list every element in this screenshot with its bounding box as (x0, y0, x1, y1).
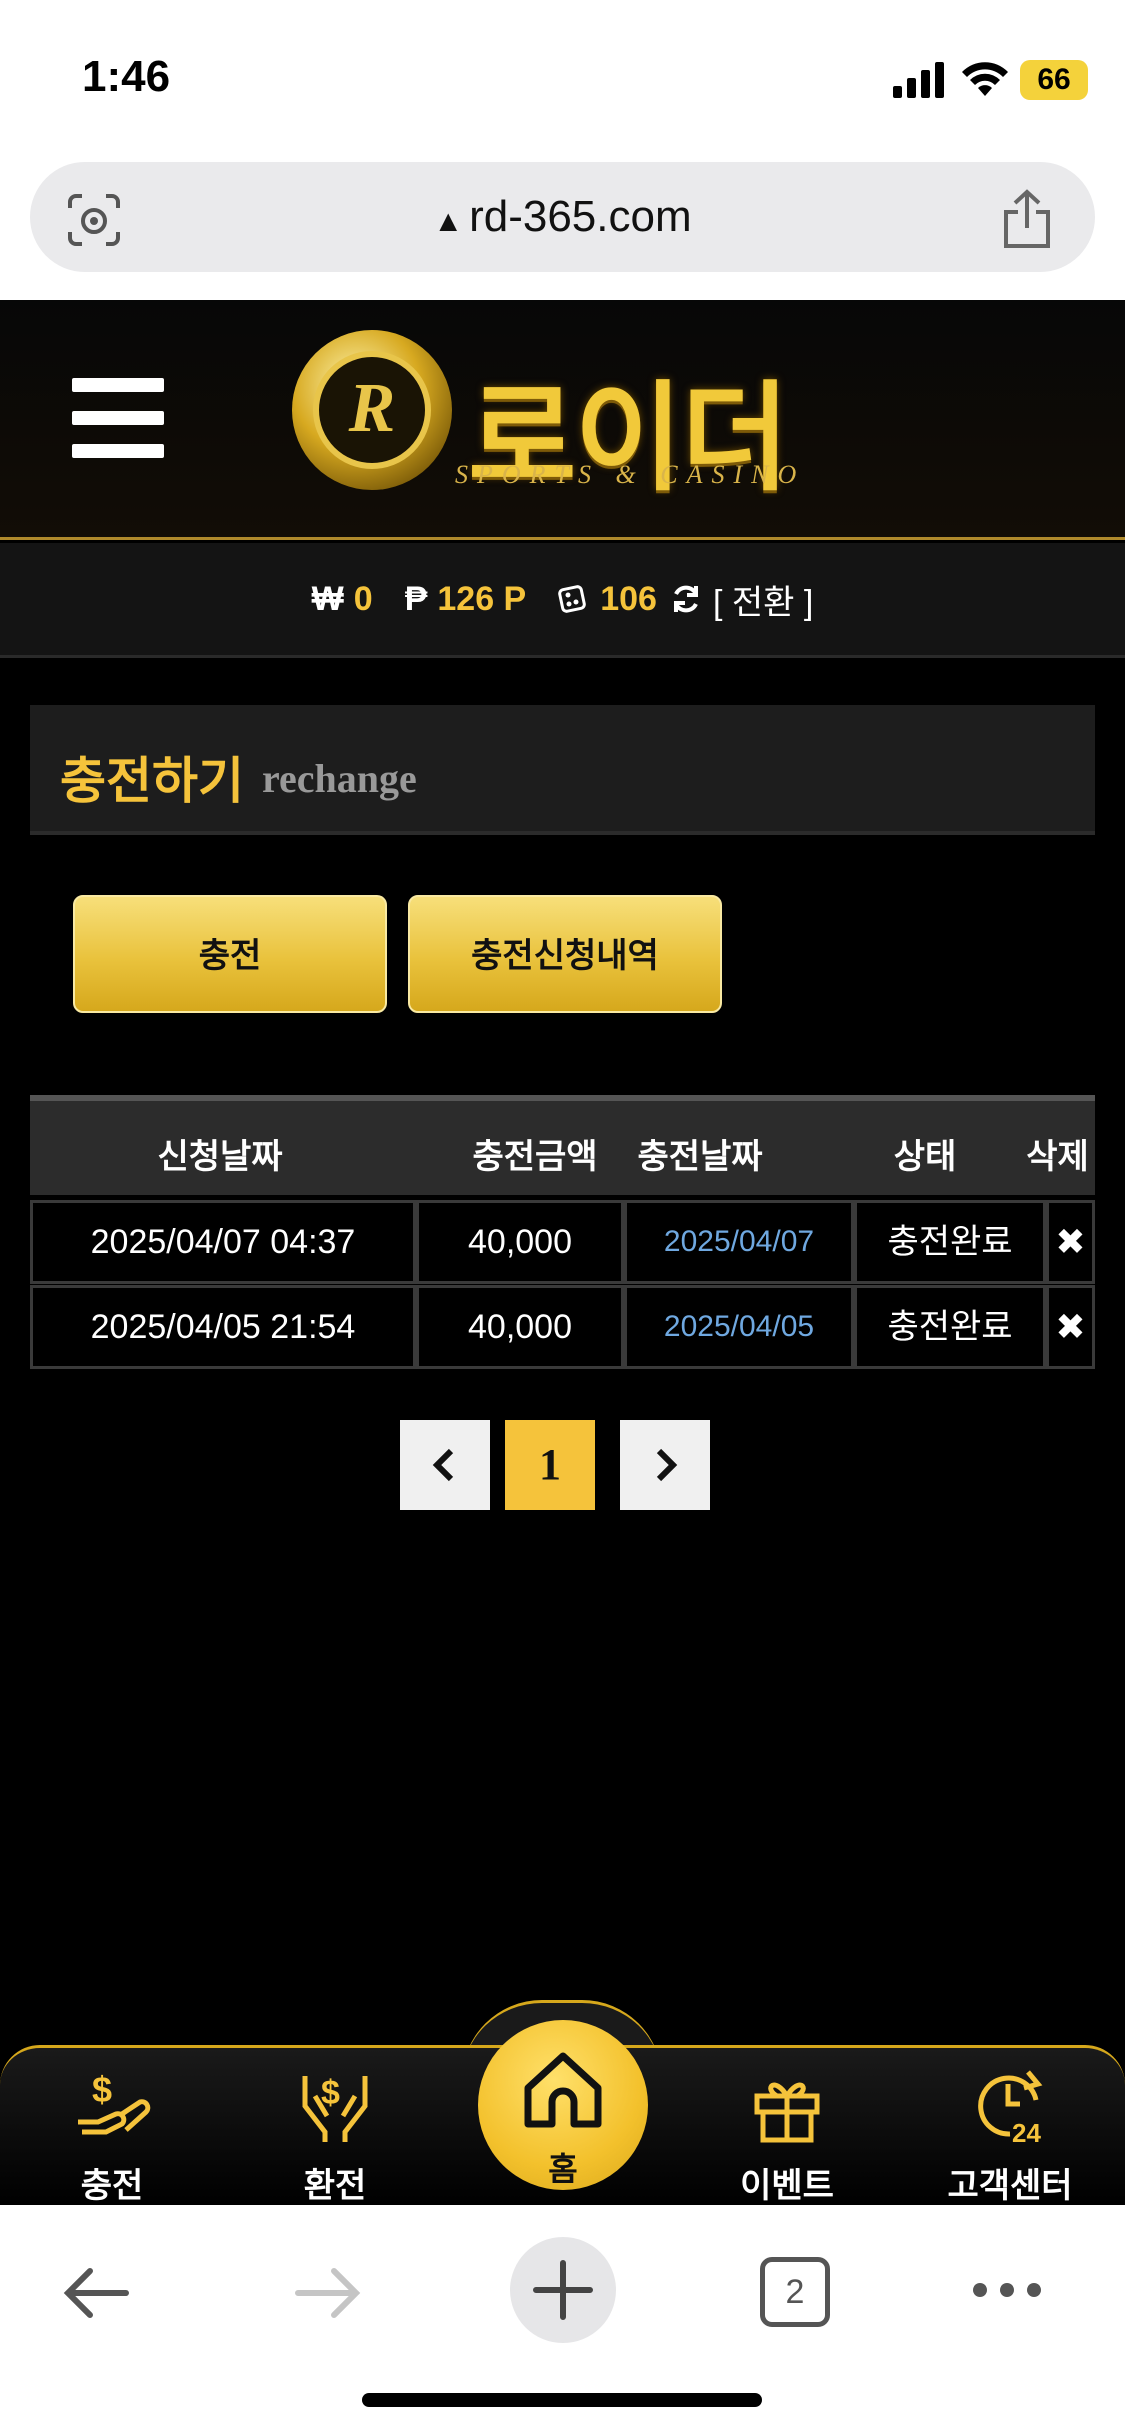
nav-event[interactable]: 이벤트 (697, 2048, 877, 2208)
cellular-signal-icon (893, 62, 944, 98)
logo-emblem[interactable]: R (292, 330, 452, 490)
cell-requested-date: 2025/04/07 04:37 (30, 1200, 416, 1284)
site-header: R 로이더 SPORTS & CASINO (0, 300, 1125, 540)
cell-charged-date: 2025/04/07 (624, 1200, 854, 1284)
dice-icon (558, 585, 587, 613)
charge-history-button[interactable]: 충전신청내역 (408, 895, 722, 1013)
col-charged-date: 충전날짜 (637, 1138, 763, 1176)
nav-event-label: 이벤트 (740, 2167, 834, 2205)
col-requested-date: 신청날짜 (157, 1138, 283, 1176)
point-icon: ₱ (404, 579, 428, 618)
svg-text:$: $ (92, 2069, 112, 2110)
cell-status: 충전완료 (854, 1285, 1046, 1369)
gift-icon (754, 2082, 820, 2143)
table-row: 2025/04/07 04:37 40,000 2025/04/07 충전완료 … (30, 1200, 1095, 1284)
more-options-icon[interactable] (970, 2279, 1044, 2301)
delete-icon[interactable]: ✖ (1046, 1285, 1095, 1369)
convert-button[interactable]: [ 전환 ] (713, 575, 813, 624)
tabs-count: 2 (785, 2273, 805, 2311)
chevron-left-icon (432, 1448, 454, 1482)
page-title: 충전하기 (60, 753, 244, 809)
forward-arrow-icon[interactable] (292, 2265, 364, 2321)
logo-subtitle: SPORTS & CASINO (455, 460, 806, 489)
nav-support[interactable]: 24 고객센터 (920, 2048, 1100, 2208)
page-subtitle: rechange (262, 756, 417, 801)
svg-text:24: 24 (1012, 2118, 1041, 2146)
nav-home-label: 홈 (548, 2151, 578, 2187)
home-indicator (362, 2393, 762, 2407)
support-24-icon: 24 (978, 2070, 1043, 2146)
nav-exchange-label: 환전 (303, 2167, 367, 2205)
next-page-button[interactable] (620, 1420, 710, 1510)
warning-icon: ▲ (433, 205, 464, 238)
won-balance: 0 (353, 579, 373, 618)
point-balance: 126 P (437, 579, 527, 618)
url-value: rd-365.com (469, 192, 692, 241)
charge-button[interactable]: 충전 (73, 895, 387, 1013)
address-bar[interactable]: ▲ rd-365.com (30, 162, 1095, 272)
tabs-button[interactable]: 2 (760, 2257, 830, 2327)
cell-amount: 40,000 (416, 1285, 624, 1369)
new-tab-icon[interactable] (508, 2235, 618, 2345)
wifi-icon (962, 62, 1008, 96)
cell-requested-date: 2025/04/05 21:54 (30, 1285, 416, 1369)
cell-status: 충전완료 (854, 1200, 1046, 1284)
home-icon (524, 2052, 602, 2128)
status-time: 1:46 (82, 52, 171, 101)
refresh-icon[interactable] (669, 582, 703, 616)
back-arrow-icon[interactable] (60, 2265, 132, 2321)
delete-icon[interactable]: ✖ (1046, 1200, 1095, 1284)
col-delete: 삭제 (1026, 1138, 1089, 1176)
nav-support-label: 고객센터 (947, 2167, 1073, 2205)
cell-charged-date: 2025/04/05 (624, 1285, 854, 1369)
col-status: 상태 (893, 1138, 957, 1176)
prev-page-button[interactable] (400, 1420, 490, 1510)
share-icon[interactable] (998, 188, 1056, 250)
menu-icon[interactable] (72, 378, 164, 458)
browser-url-area: ▲ rd-365.com (0, 150, 1125, 300)
coupon-balance: 106 (600, 579, 657, 618)
page-1-button[interactable]: 1 (505, 1420, 595, 1510)
nav-charge[interactable]: $ 충전 (22, 2048, 202, 2208)
url-text[interactable]: ▲ rd-365.com (30, 192, 1095, 242)
logo-letter: R (313, 351, 431, 469)
status-bar: 1:46 66 (0, 0, 1125, 150)
chevron-right-icon (656, 1448, 678, 1482)
nav-exchange[interactable]: $ 환전 (245, 2048, 425, 2208)
deposit-icon: $ (78, 2069, 151, 2135)
nav-home[interactable]: 홈 (478, 2020, 648, 2190)
balance-bar: ₩ 0 ₱ 126 P 106 [ 전환 ] (0, 543, 1125, 658)
battery-indicator: 66 (1020, 60, 1088, 100)
section-header: 충전하기 rechange (30, 705, 1095, 835)
nav-charge-label: 충전 (80, 2167, 144, 2205)
withdraw-icon: $ (302, 2074, 368, 2142)
won-icon: ₩ (311, 579, 344, 618)
table-header: 신청날짜 충전금액 충전날짜 상태 삭제 (30, 1095, 1095, 1195)
table-row: 2025/04/05 21:54 40,000 2025/04/05 충전완료 … (30, 1285, 1095, 1369)
cell-amount: 40,000 (416, 1200, 624, 1284)
